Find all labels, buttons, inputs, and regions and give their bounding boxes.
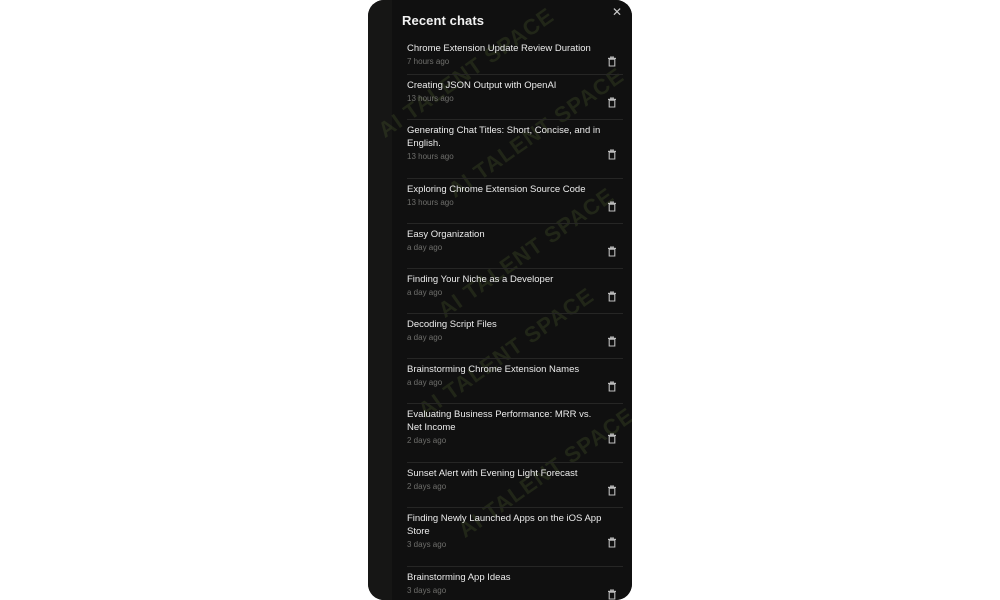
phone-screen: AI TALENT SPACE AI TALENT SPACE AI TALEN… <box>368 0 632 600</box>
panel-title: Recent chats <box>402 13 485 28</box>
chat-timestamp: a day ago <box>407 288 443 297</box>
trash-icon[interactable] <box>607 334 617 347</box>
chat-list-item[interactable]: Generating Chat Titles: Short, Concise, … <box>407 120 623 179</box>
chat-title: Creating JSON Output with OpenAI <box>407 80 557 91</box>
chat-list: Chrome Extension Update Review Duration 7… <box>407 38 623 600</box>
chat-list-item[interactable]: Brainstorming Chrome Extension Names a da… <box>407 359 623 404</box>
chat-timestamp: 13 hours ago <box>407 94 454 103</box>
chat-timestamp: 13 hours ago <box>407 198 454 207</box>
trash-icon[interactable] <box>607 379 617 392</box>
chat-list-item[interactable]: Chrome Extension Update Review Duration 7… <box>407 38 623 75</box>
recent-chats-panel: AI TALENT SPACE AI TALENT SPACE AI TALEN… <box>373 0 632 600</box>
chat-timestamp: a day ago <box>407 243 443 252</box>
trash-icon[interactable] <box>607 587 617 600</box>
chat-list-item[interactable]: Easy Organization a day ago <box>407 224 623 269</box>
chat-title: Finding Your Niche as a Developer <box>407 274 554 285</box>
chat-list-item[interactable]: Creating JSON Output with OpenAI 13 hours… <box>407 75 623 120</box>
chat-list-item[interactable]: Sunset Alert with Evening Light Forecast… <box>407 463 623 508</box>
trash-icon[interactable] <box>607 244 617 257</box>
chat-title: Generating Chat Titles: Short, Concise, … <box>407 125 601 149</box>
background-app-strip <box>368 0 393 600</box>
trash-icon[interactable] <box>607 147 617 160</box>
trash-icon[interactable] <box>607 431 617 444</box>
chat-title: Brainstorming App Ideas <box>407 572 511 583</box>
chat-list-item[interactable]: Evaluating Business Performance: MRR vs.… <box>407 404 623 463</box>
chat-title: Finding Newly Launched Apps on the iOS A… <box>407 513 602 537</box>
close-icon: ✕ <box>611 5 623 19</box>
chat-title: Exploring Chrome Extension Source Code <box>407 184 586 195</box>
chat-title: Sunset Alert with Evening Light Forecast <box>407 468 578 479</box>
chat-list-item[interactable]: Finding Newly Launched Apps on the iOS A… <box>407 508 623 567</box>
chat-title: Decoding Script Files <box>407 319 497 330</box>
trash-icon[interactable] <box>607 483 617 496</box>
trash-icon[interactable] <box>607 535 617 548</box>
chat-list-item[interactable]: Decoding Script Files a day ago <box>407 314 623 359</box>
chat-title: Evaluating Business Performance: MRR vs.… <box>407 409 592 433</box>
chat-timestamp: 13 hours ago <box>407 152 454 161</box>
chat-title: Easy Organization <box>407 229 485 240</box>
chat-timestamp: a day ago <box>407 378 443 387</box>
chat-list-item[interactable]: Finding Your Niche as a Developer a day a… <box>407 269 623 314</box>
chat-timestamp: 3 days ago <box>407 540 447 549</box>
chat-list-item[interactable]: Brainstorming App Ideas 3 days ago <box>407 567 623 600</box>
close-button[interactable]: ✕ <box>610 5 624 19</box>
trash-icon[interactable] <box>607 289 617 302</box>
trash-icon[interactable] <box>607 95 617 108</box>
chat-timestamp: 3 days ago <box>407 586 447 595</box>
chat-timestamp: 2 days ago <box>407 436 447 445</box>
chat-timestamp: 2 days ago <box>407 482 447 491</box>
chat-timestamp: 7 hours ago <box>407 57 450 66</box>
chat-list-item[interactable]: Exploring Chrome Extension Source Code 13… <box>407 179 623 224</box>
chat-title: Brainstorming Chrome Extension Names <box>407 364 580 375</box>
chat-title: Chrome Extension Update Review Duration <box>407 43 591 54</box>
trash-icon[interactable] <box>607 54 617 67</box>
trash-icon[interactable] <box>607 199 617 212</box>
chat-timestamp: a day ago <box>407 333 443 342</box>
